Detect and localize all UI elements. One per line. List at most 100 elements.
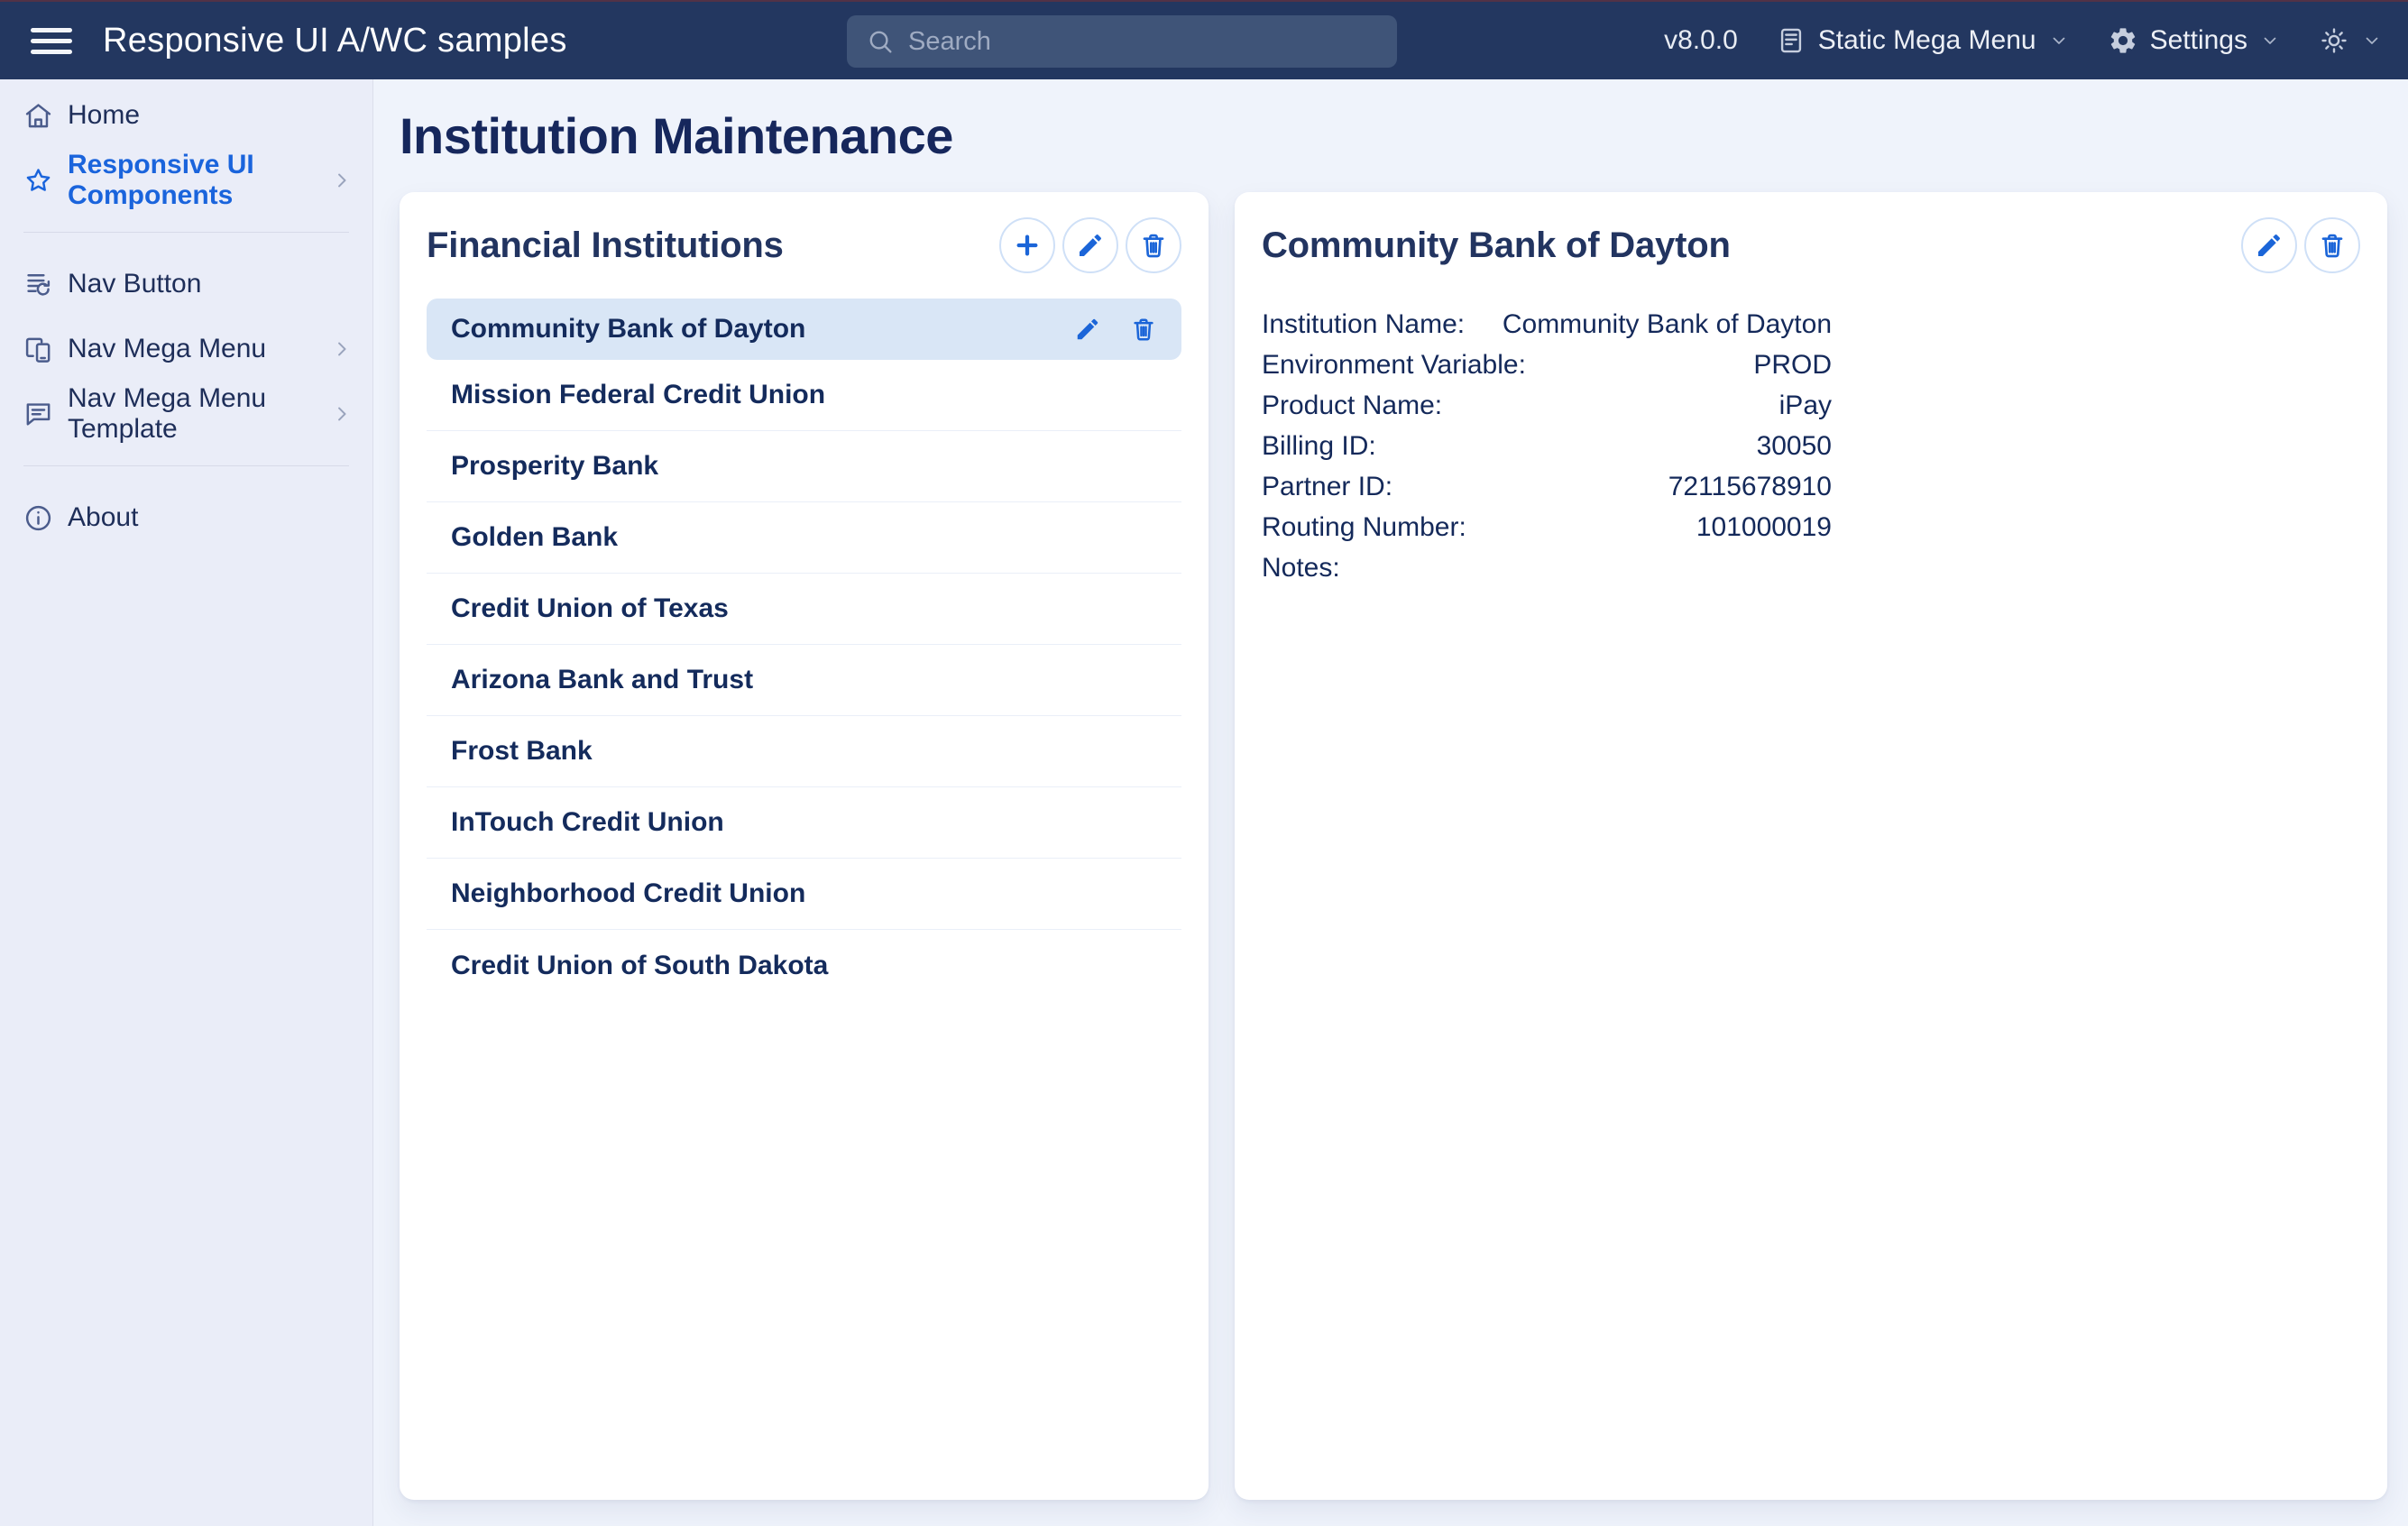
settings-label: Settings [2150, 25, 2247, 56]
institution-list-item[interactable]: Mission Federal Credit Union [427, 360, 1181, 431]
chevron-right-icon [329, 336, 354, 362]
edit-button[interactable] [1062, 217, 1118, 273]
sun-icon [2319, 25, 2349, 56]
sidebar-item-label: Nav Button [68, 269, 201, 299]
institution-list-item[interactable]: Credit Union of Texas [427, 574, 1181, 645]
field-value: 101000019 [1696, 507, 1832, 547]
pencil-icon [2255, 231, 2284, 260]
detail-field-row: Environment Variable:PROD [1262, 345, 1832, 385]
institution-list-item[interactable]: Neighborhood Credit Union [427, 859, 1181, 930]
selected-row-actions [1074, 316, 1157, 343]
institution-name: Neighborhood Credit Union [451, 878, 805, 909]
institution-list-item[interactable]: InTouch Credit Union [427, 787, 1181, 859]
version-label: v8.0.0 [1664, 25, 1738, 56]
detail-field-row: Routing Number: 101000019 [1262, 507, 1832, 547]
sidebar-item-nav-mega-menu[interactable]: Nav Mega Menu [0, 317, 372, 382]
sidebar-item-label: Responsive UI Components [68, 150, 316, 211]
topbar-right: v8.0.0 Static Mega Menu Settings [1664, 25, 2408, 56]
list-card-header: Financial Institutions [427, 216, 1181, 275]
sidebar-nav: HomeResponsive UI Components Nav Button Na… [0, 79, 373, 1526]
star-icon [23, 165, 54, 197]
chevron-down-icon [2361, 30, 2383, 51]
institution-name: Credit Union of South Dakota [451, 951, 828, 981]
detail-card-actions [2241, 217, 2360, 273]
add-button[interactable] [999, 217, 1055, 273]
detail-field-row: Partner ID: 72115678910 [1262, 466, 1832, 507]
institution-list-item[interactable]: Golden Bank [427, 502, 1181, 574]
search-icon [865, 26, 896, 57]
home-icon [23, 100, 54, 132]
settings-dropdown[interactable]: Settings [2108, 25, 2281, 56]
sidebar-item-nav-button[interactable]: Nav Button [0, 252, 372, 317]
detail-card-title: Community Bank of Dayton [1262, 225, 1731, 266]
sidebar-item-label: About [68, 502, 138, 533]
field-label: Partner ID: [1262, 466, 1392, 507]
institution-list-item[interactable]: Prosperity Bank [427, 431, 1181, 502]
nav-template-icon [23, 399, 54, 430]
institution-list-item[interactable]: Community Bank of Dayton [427, 299, 1181, 360]
institution-name: Credit Union of Texas [451, 593, 729, 624]
field-value: 30050 [1757, 426, 1832, 466]
trash-icon [2318, 231, 2347, 260]
nav-button-icon [23, 269, 54, 300]
list-card-actions [999, 217, 1181, 273]
gear-icon [2108, 25, 2138, 56]
detail-edit-button[interactable] [2241, 217, 2297, 273]
search-box [847, 15, 1397, 68]
nav-mega-menu-icon [23, 334, 54, 365]
sidebar-item-label: Nav Mega Menu [68, 334, 266, 364]
institution-name: Prosperity Bank [451, 451, 658, 482]
field-label: Billing ID: [1262, 426, 1376, 466]
row-edit-button[interactable] [1074, 316, 1101, 343]
detail-field-row: Institution Name: Community Bank of Dayto… [1262, 304, 1832, 345]
field-value: iPay [1779, 385, 1832, 426]
field-value: Community Bank of Dayton [1503, 304, 1832, 345]
institution-name: Mission Federal Credit Union [451, 380, 825, 410]
sidebar-item-label: Nav Mega Menu Template [68, 383, 316, 445]
field-value: 72115678910 [1668, 466, 1832, 507]
field-label: Environment Variable: [1262, 345, 1526, 385]
institution-detail-card: Community Bank of Dayton Institution Nam… [1235, 192, 2387, 1500]
page-title: Institution Maintenance [400, 106, 2387, 165]
pencil-icon [1076, 231, 1105, 260]
hamburger-icon [31, 28, 72, 32]
mega-menu-icon [1776, 25, 1806, 56]
chevron-right-icon [329, 401, 354, 427]
sidebar-divider [23, 232, 349, 233]
sidebar-item-nav-mega-menu-template[interactable]: Nav Mega Menu Template [0, 382, 372, 446]
institution-list-item[interactable]: Arizona Bank and Trust [427, 645, 1181, 716]
sidebar-item-home[interactable]: Home [0, 83, 372, 148]
info-circle-icon [23, 502, 54, 534]
institution-name: Arizona Bank and Trust [451, 665, 753, 695]
sidebar-item-about[interactable]: About [0, 485, 372, 550]
plus-icon [1013, 231, 1042, 260]
main-content: Institution Maintenance Financial Instit… [373, 79, 2408, 1526]
search-input[interactable] [908, 27, 1388, 57]
delete-button[interactable] [1126, 217, 1181, 273]
field-label: Institution Name: [1262, 304, 1465, 345]
field-label: Routing Number: [1262, 507, 1466, 547]
row-delete-button[interactable] [1130, 316, 1157, 343]
institution-list: Community Bank of Dayton Mission Federal … [427, 299, 1181, 1001]
institution-list-item[interactable]: Frost Bank [427, 716, 1181, 787]
detail-fields: Institution Name: Community Bank of Dayto… [1262, 304, 1832, 588]
topbar: Responsive UI A/WC samples v8.0.0 Static… [0, 2, 2408, 79]
field-label: Notes: [1262, 547, 1340, 588]
detail-delete-button[interactable] [2304, 217, 2360, 273]
chevron-down-icon [2048, 30, 2070, 51]
institution-name: Frost Bank [451, 736, 593, 767]
chevron-down-icon [2259, 30, 2281, 51]
sidebar-item-responsive-ui-components[interactable]: Responsive UI Components [0, 148, 372, 213]
hamburger-menu-button[interactable] [31, 24, 72, 58]
institution-name: Community Bank of Dayton [451, 314, 805, 345]
mega-menu-label: Static Mega Menu [1818, 25, 2036, 56]
detail-field-row: Billing ID: 30050 [1262, 426, 1832, 466]
theme-toggle[interactable] [2319, 25, 2383, 56]
list-card-title: Financial Institutions [427, 225, 784, 266]
mega-menu-dropdown[interactable]: Static Mega Menu [1776, 25, 2070, 56]
institution-name: Golden Bank [451, 522, 618, 553]
institution-name: InTouch Credit Union [451, 807, 724, 838]
financial-institutions-card: Financial Institutions Community Bank of… [400, 192, 1209, 1500]
detail-field-row: Notes: [1262, 547, 1832, 588]
institution-list-item[interactable]: Credit Union of South Dakota [427, 930, 1181, 1001]
